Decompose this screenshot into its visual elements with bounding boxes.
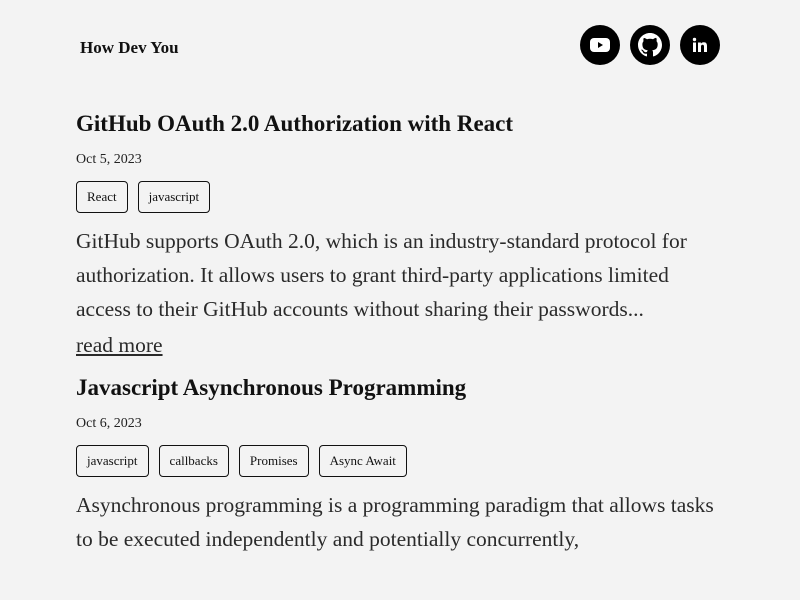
linkedin-link[interactable] bbox=[680, 25, 720, 65]
post-title[interactable]: Javascript Asynchronous Programming bbox=[76, 372, 724, 404]
tag-javascript[interactable]: javascript bbox=[76, 445, 149, 477]
linkedin-icon bbox=[692, 37, 707, 52]
post-card: GitHub OAuth 2.0 Authorization with Reac… bbox=[76, 108, 724, 362]
post-excerpt: Asynchronous programming is a programmin… bbox=[76, 493, 714, 551]
tag-react[interactable]: React bbox=[76, 181, 128, 213]
tag-list: javascript callbacks Promises Async Awai… bbox=[76, 445, 724, 477]
post-card: Javascript Asynchronous Programming Oct … bbox=[76, 372, 724, 556]
post-title[interactable]: GitHub OAuth 2.0 Authorization with Reac… bbox=[76, 108, 724, 140]
tag-list: React javascript bbox=[76, 181, 724, 213]
tag-async-await[interactable]: Async Await bbox=[318, 445, 407, 477]
github-link[interactable] bbox=[630, 25, 670, 65]
youtube-icon bbox=[590, 38, 610, 52]
youtube-link[interactable] bbox=[580, 25, 620, 65]
github-icon bbox=[638, 33, 662, 57]
tag-callbacks[interactable]: callbacks bbox=[158, 445, 229, 477]
social-links bbox=[580, 25, 720, 65]
site-header: How Dev You bbox=[0, 0, 800, 92]
page: How Dev You GitHub OAuth 2.0 Authorizati… bbox=[0, 0, 800, 600]
post-date: Oct 6, 2023 bbox=[76, 416, 142, 431]
site-title-link[interactable]: How Dev You bbox=[80, 38, 179, 58]
read-more-link[interactable]: read more bbox=[76, 328, 163, 362]
post-date: Oct 5, 2023 bbox=[76, 152, 142, 167]
post-excerpt: GitHub supports OAuth 2.0, which is an i… bbox=[76, 229, 687, 321]
tag-promises[interactable]: Promises bbox=[238, 445, 309, 477]
tag-javascript[interactable]: javascript bbox=[137, 181, 211, 213]
post-list: GitHub OAuth 2.0 Authorization with Reac… bbox=[76, 108, 724, 556]
